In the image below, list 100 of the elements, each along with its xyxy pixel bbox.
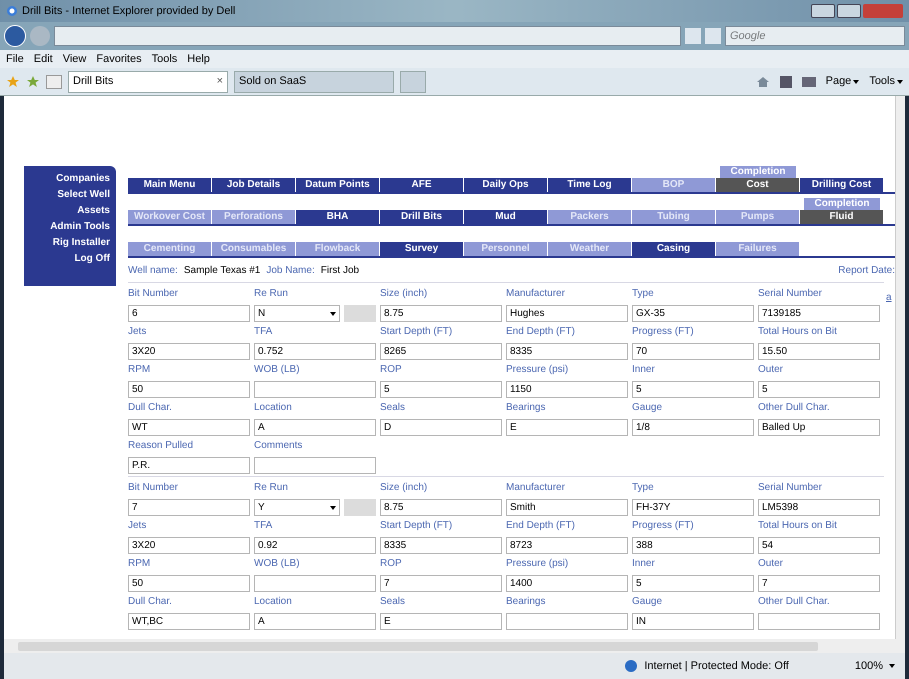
sidebar-item[interactable]: Assets (77, 204, 110, 218)
star-icon[interactable] (6, 74, 20, 88)
input-field[interactable]: 5 (758, 381, 880, 398)
nav-tab[interactable]: Casing (632, 242, 716, 256)
link[interactable]: a (886, 290, 892, 632)
add-favorite-icon[interactable] (26, 74, 40, 88)
nav-tab[interactable]: BHA (296, 210, 380, 224)
input-field[interactable]: Smith (506, 499, 628, 516)
back-button[interactable] (4, 25, 26, 47)
field-label: Manufacturer (506, 481, 566, 495)
input-field[interactable] (254, 575, 376, 592)
input-field[interactable]: 6 (128, 305, 250, 322)
input-field[interactable]: E (380, 613, 502, 630)
sidebar-item[interactable]: Companies (56, 172, 110, 186)
input-field[interactable]: WT,BC (128, 613, 250, 630)
field-label: Bearings (506, 401, 546, 415)
search-field[interactable]: Google (725, 26, 905, 46)
input-field[interactable]: 3X20 (128, 343, 250, 360)
browser-tab[interactable]: Drill Bits × (68, 70, 228, 92)
input-field[interactable]: 15.50 (758, 343, 880, 360)
quick-tabs-button[interactable] (46, 74, 62, 88)
input-field[interactable]: 388 (632, 537, 754, 554)
input-field[interactable] (506, 613, 628, 630)
menu-item[interactable]: File (6, 50, 24, 68)
input-field[interactable]: A (254, 419, 376, 436)
input-field[interactable]: 7139185 (758, 305, 880, 322)
nav-tab[interactable]: Drill Bits (380, 210, 464, 224)
input-field[interactable]: 8723 (506, 537, 628, 554)
input-field[interactable]: Hughes (506, 305, 628, 322)
menu-item[interactable]: Help (187, 50, 210, 68)
input-field[interactable]: 5 (380, 381, 502, 398)
input-field[interactable]: 70 (632, 343, 754, 360)
input-field[interactable] (254, 381, 376, 398)
input-field[interactable]: 8265 (380, 343, 502, 360)
home-icon[interactable] (756, 76, 770, 88)
minimize-button[interactable] (811, 4, 835, 18)
nav-tab[interactable]: Fluid (800, 210, 884, 224)
browser-tab[interactable]: Sold on SaaS (234, 70, 394, 92)
sidebar-item[interactable]: Admin Tools (50, 220, 110, 234)
input-field[interactable]: 3X20 (128, 537, 250, 554)
input-field[interactable]: 0.752 (254, 343, 376, 360)
input-field[interactable]: 1150 (506, 381, 628, 398)
input-field[interactable]: 5 (632, 575, 754, 592)
nav-tab[interactable]: Daily Ops (464, 178, 548, 192)
input-field[interactable]: 0.92 (254, 537, 376, 554)
field-label: Comments (254, 439, 304, 453)
vertical-scrollbar[interactable] (895, 96, 905, 639)
field-label: Progress (FT) (632, 325, 695, 339)
toolbar-menu[interactable]: Tools (869, 73, 895, 90)
dropdown[interactable]: N (254, 305, 340, 322)
input-field[interactable]: 7 (380, 575, 502, 592)
sidebar-item[interactable]: Rig Installer (52, 236, 110, 250)
input-field[interactable]: A (254, 613, 376, 630)
input-field[interactable]: 50 (128, 381, 250, 398)
input-field[interactable]: 8335 (380, 537, 502, 554)
nav-tab[interactable]: Drilling Cost (800, 178, 884, 192)
sidebar-item[interactable]: Select Well (57, 188, 110, 202)
input-field[interactable]: FH-37Y (632, 499, 754, 516)
new-tab-button[interactable] (400, 70, 426, 92)
menu-item[interactable]: Edit (34, 50, 53, 68)
field-label: End Depth (FT) (506, 325, 576, 339)
input-field[interactable]: 7 (758, 575, 880, 592)
field-label: Pressure (psi) (506, 557, 570, 571)
menu-item[interactable]: Tools (152, 50, 178, 68)
input-field[interactable]: Balled Up (758, 419, 880, 436)
input-field[interactable]: 50 (128, 575, 250, 592)
nav-tab[interactable]: Time Log (548, 178, 632, 192)
input-field[interactable] (254, 457, 376, 474)
input-field[interactable]: LM5398 (758, 499, 880, 516)
input-field[interactable] (758, 613, 880, 630)
menu-item[interactable]: Favorites (96, 50, 142, 68)
input-field[interactable]: 8335 (506, 343, 628, 360)
nav-tab[interactable]: Survey (380, 242, 464, 256)
nav-tab[interactable]: Job Details (212, 178, 296, 192)
input-field[interactable]: 5 (632, 381, 754, 398)
address-field[interactable] (54, 26, 681, 46)
input-field[interactable]: 1/8 (632, 419, 754, 436)
input-field[interactable]: 7 (128, 499, 250, 516)
input-field[interactable]: 8.75 (380, 305, 502, 322)
sidebar-item[interactable]: Log Off (74, 252, 110, 266)
input-field[interactable]: IN (632, 613, 754, 630)
input-field[interactable]: 1400 (506, 575, 628, 592)
dropdown[interactable]: Y (254, 499, 340, 516)
zoom-level[interactable]: 100% (854, 658, 883, 674)
input-field[interactable]: P.R. (128, 457, 250, 474)
input-field[interactable]: D (380, 419, 502, 436)
toolbar-menu[interactable]: Page (826, 73, 852, 90)
menu-item[interactable]: View (62, 50, 86, 68)
nav-tab[interactable]: Cost (716, 178, 800, 192)
maximize-button[interactable] (837, 4, 861, 18)
nav-tab[interactable]: Main Menu (128, 178, 212, 192)
input-field[interactable]: E (506, 419, 628, 436)
input-field[interactable]: GX-35 (632, 305, 754, 322)
nav-tab[interactable]: Datum Points (296, 178, 380, 192)
input-field[interactable]: 54 (758, 537, 880, 554)
input-field[interactable]: 8.75 (380, 499, 502, 516)
nav-tab[interactable]: AFE (380, 178, 464, 192)
nav-tab[interactable]: Mud (464, 210, 548, 224)
field-label: RPM (128, 557, 152, 571)
input-field[interactable]: WT (128, 419, 250, 436)
